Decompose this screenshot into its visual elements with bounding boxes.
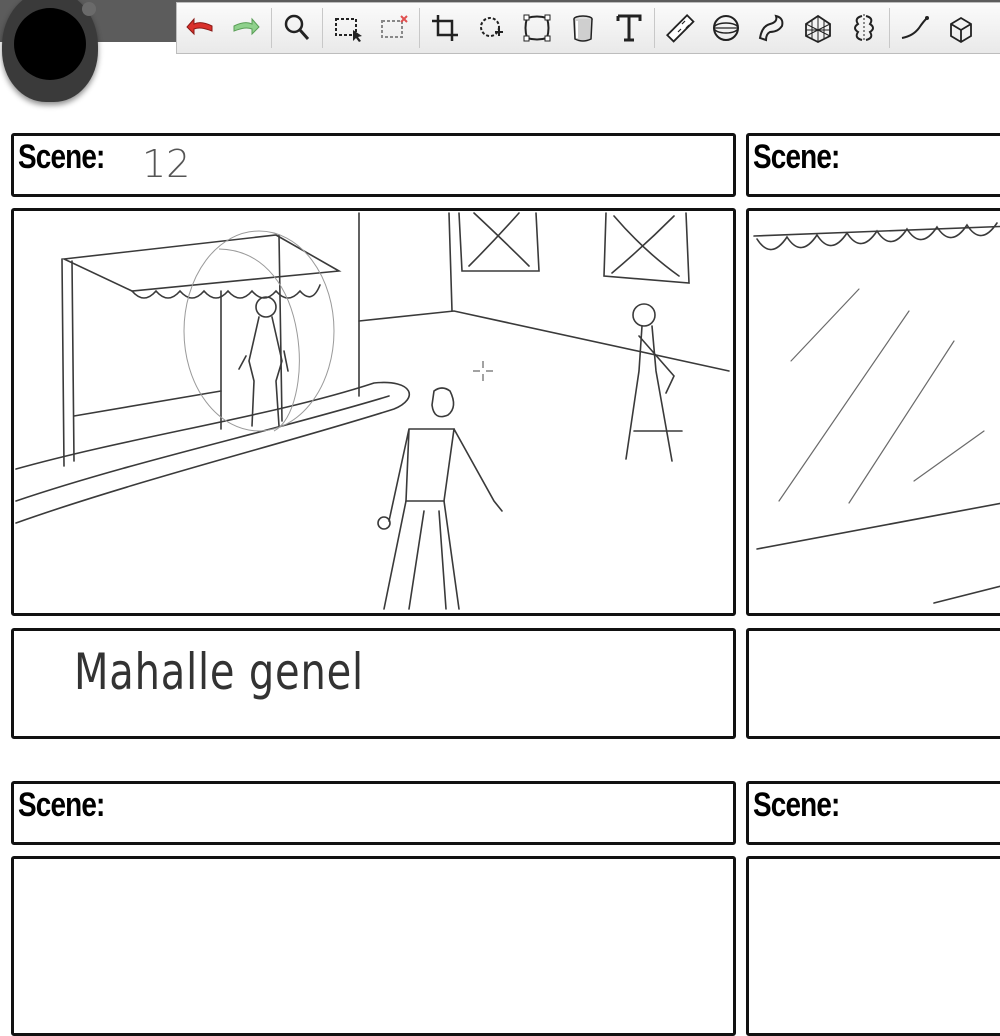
crop-icon (432, 15, 458, 41)
select-button[interactable] (325, 5, 371, 51)
toolbar-separator (271, 8, 272, 48)
scene-label: Scene: (753, 138, 840, 176)
scene-header-box: Scene: (746, 781, 1000, 845)
symmetry-icon (854, 14, 874, 42)
ellipse-guide-icon (713, 15, 739, 41)
radial-menu-indicator (82, 2, 96, 16)
zoom-icon (284, 14, 310, 40)
scene-label: Scene: (18, 138, 105, 176)
marquee-select-icon (335, 18, 362, 42)
warp-icon (523, 14, 551, 42)
scene-frame[interactable] (11, 208, 736, 616)
transform-icon (480, 17, 503, 37)
scene-label: Scene: (753, 786, 840, 824)
toolbar-separator (322, 8, 323, 48)
clear-selection-button[interactable] (371, 5, 417, 51)
french-curve-button[interactable] (749, 5, 795, 51)
street-scene-sketch (15, 212, 730, 610)
french-curve-icon (758, 14, 784, 42)
scene-header-box: Scene: (746, 133, 1000, 197)
awning-closeup-sketch (753, 222, 1000, 604)
scene-header-box: Scene: 12 (11, 133, 736, 197)
scene-frame[interactable] (11, 856, 736, 1036)
redo-button[interactable] (223, 5, 269, 51)
text-button[interactable] (606, 5, 652, 51)
crop-button[interactable] (422, 5, 468, 51)
scene-frame[interactable] (746, 208, 1000, 616)
radial-menu-button[interactable] (2, 0, 98, 102)
ellipse-guide-button[interactable] (703, 5, 749, 51)
symmetry-button[interactable] (841, 5, 887, 51)
warp-button[interactable] (514, 5, 560, 51)
stroke-icon (901, 16, 929, 39)
transform-button[interactable] (468, 5, 514, 51)
text-icon (616, 14, 642, 42)
bucket-fill-icon (573, 15, 593, 42)
zoom-button[interactable] (274, 5, 320, 51)
scene-header-box: Scene: (11, 781, 736, 845)
toolbar-separator (889, 8, 890, 48)
cube-icon (950, 16, 972, 44)
fill-button[interactable] (560, 5, 606, 51)
3d-button[interactable] (938, 5, 984, 51)
scene-frame[interactable] (746, 856, 1000, 1036)
scene-number: 12 (142, 142, 191, 186)
scene-label: Scene: (18, 786, 105, 824)
tool-bar (176, 2, 1000, 54)
perspective-guide-icon (805, 14, 831, 44)
crosshair-cursor-icon (473, 361, 493, 381)
redo-icon (233, 17, 260, 36)
undo-icon (186, 17, 213, 36)
scene-notes: Mahalle genel (74, 643, 364, 701)
ruler-button[interactable] (657, 5, 703, 51)
steady-stroke-button[interactable] (892, 5, 938, 51)
undo-button[interactable] (177, 5, 223, 51)
scene-notes-box[interactable] (746, 628, 1000, 739)
toolbar-separator (654, 8, 655, 48)
scene-notes-box[interactable]: Mahalle genel (11, 628, 736, 739)
toolbar-separator (419, 8, 420, 48)
radial-menu-center (14, 8, 86, 80)
clear-selection-icon (381, 15, 408, 38)
perspective-guide-button[interactable] (795, 5, 841, 51)
ruler-icon (665, 13, 695, 43)
